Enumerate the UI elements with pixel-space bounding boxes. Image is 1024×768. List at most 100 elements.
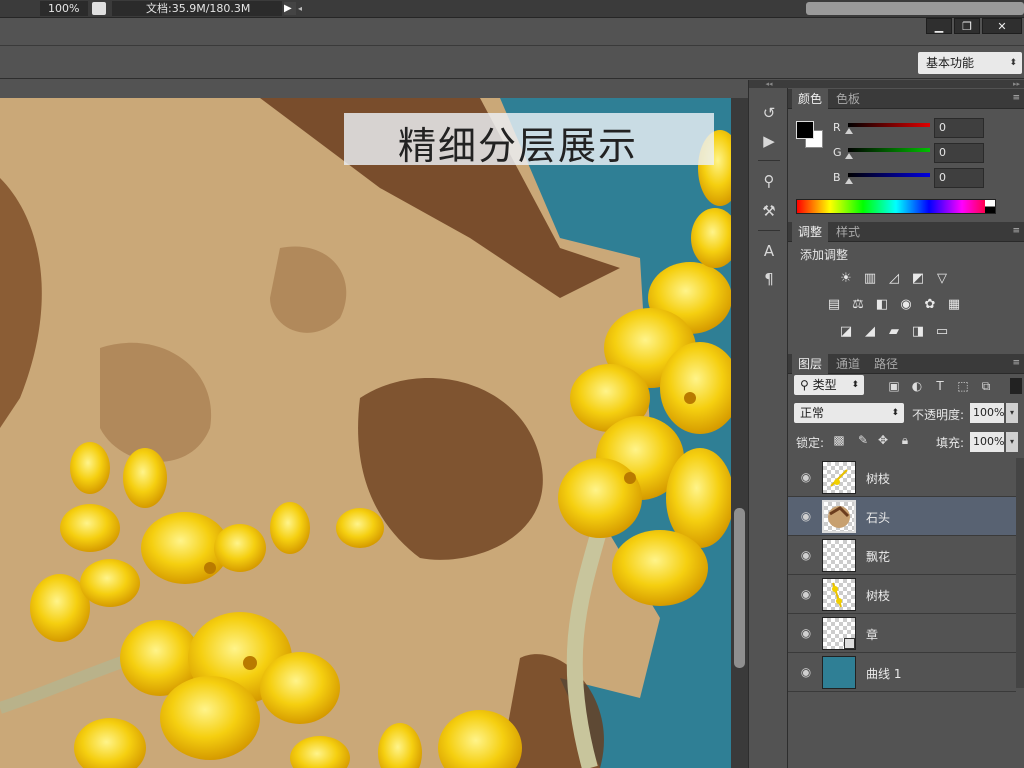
history-icon[interactable]: ↺ [758, 102, 780, 124]
close-button[interactable]: ✕ [982, 18, 1022, 34]
posterize-icon[interactable]: ◢ [862, 325, 878, 339]
opacity-field[interactable]: 100% [970, 403, 1004, 423]
layer-name[interactable]: 章 [866, 626, 878, 643]
eye-icon[interactable]: ◉ [798, 470, 814, 484]
levels-icon[interactable]: ▥ [862, 272, 878, 286]
layer-name[interactable]: 飘花 [866, 548, 890, 565]
blue-slider-thumb[interactable] [845, 178, 853, 184]
fill-field[interactable]: 100% [970, 432, 1004, 452]
smart-object-badge-icon [844, 638, 855, 649]
color-balance-icon[interactable]: ⚖ [850, 298, 866, 312]
tab-adjustments[interactable]: 调整 [792, 222, 829, 242]
layer-row[interactable]: ◉ 曲线 1 [788, 653, 1016, 692]
vertical-scrollbar[interactable] [731, 98, 748, 768]
red-slider-track[interactable] [848, 123, 930, 127]
smart-object-filter-icon[interactable]: ⧉ [978, 378, 994, 394]
layer-name[interactable]: 曲线 1 [866, 665, 901, 682]
layer-row[interactable]: ◉ 章 [788, 614, 1016, 653]
tab-channels[interactable]: 通道 [830, 354, 866, 374]
type-layer-filter-icon[interactable]: T [932, 378, 948, 394]
layer-row[interactable]: ◉ 树枝 [788, 458, 1016, 497]
tool-presets-icon[interactable]: ⚒ [758, 200, 780, 222]
layer-thumbnail [822, 500, 856, 533]
status-menu-arrow-icon[interactable]: ▶ [284, 2, 296, 15]
eye-icon[interactable]: ◉ [798, 548, 814, 562]
zoom-level-field[interactable]: 100% [40, 1, 88, 16]
blend-mode-label: 正常 [800, 406, 825, 420]
green-value-field[interactable]: 0 [934, 143, 984, 163]
photo-filter-icon[interactable]: ◉ [898, 298, 914, 312]
paragraph-icon[interactable]: ¶ [758, 268, 780, 290]
panel-menu-icon[interactable]: ≡ [1012, 226, 1020, 236]
fill-dropdown-icon[interactable]: ▾ [1006, 432, 1018, 452]
layer-row[interactable]: ◉ 石头 [788, 497, 1016, 536]
hue-saturation-icon[interactable]: ▤ [826, 298, 842, 312]
layer-name[interactable]: 树枝 [866, 587, 890, 604]
brightness-icon[interactable]: ☀ [838, 272, 854, 286]
threshold-icon[interactable]: ▰ [886, 325, 902, 339]
vibrance-icon[interactable]: ▽ [934, 272, 950, 286]
red-value-field[interactable]: 0 [934, 118, 984, 138]
layer-name[interactable]: 石头 [866, 509, 890, 526]
color-lookup-icon[interactable]: ▦ [946, 298, 962, 312]
adjustment-layer-filter-icon[interactable]: ◐ [909, 378, 925, 394]
eye-icon[interactable]: ◉ [798, 665, 814, 679]
actions-play-icon[interactable]: ▶ [758, 130, 780, 152]
invert-icon[interactable]: ◪ [838, 325, 854, 339]
panel-collapse-icon[interactable]: ▸▸ [788, 80, 1024, 88]
layers-list: ◉ 树枝 ◉ 石头 ◉ 飘花 ◉ 树枝 ◉ 章 ◉ 曲线 1 [788, 458, 1024, 692]
foreground-color-swatch[interactable] [796, 121, 814, 139]
lock-image-icon[interactable]: ✎ [856, 433, 870, 447]
gradient-map-icon[interactable]: ▭ [934, 325, 950, 339]
layers-scrollbar[interactable] [1016, 458, 1024, 688]
tab-layers[interactable]: 图层 [792, 354, 829, 374]
tab-swatches[interactable]: 色板 [830, 89, 866, 109]
panel-menu-icon[interactable]: ≡ [1012, 93, 1020, 103]
scroll-left-arrow-icon[interactable]: ◂ [298, 2, 306, 15]
eye-icon[interactable]: ◉ [798, 626, 814, 640]
filter-toggle-icon[interactable] [1010, 378, 1022, 394]
workspace-select[interactable]: 基本功能 ⬍ [918, 52, 1022, 74]
layer-thumbnail [822, 656, 856, 689]
layer-row[interactable]: ◉ 树枝 [788, 575, 1016, 614]
minimize-button[interactable]: ▁ [926, 18, 952, 34]
exposure-icon[interactable]: ◩ [910, 272, 926, 286]
tab-paths[interactable]: 路径 [868, 354, 904, 374]
document-canvas[interactable]: 精细分层展示 [0, 98, 731, 768]
eye-icon[interactable]: ◉ [798, 509, 814, 523]
brush-presets-icon[interactable]: ⚲ [758, 170, 780, 192]
proof-preview-icon[interactable] [92, 2, 106, 15]
panel-dock-strip: ◂◂ ↺ ▶ ⚲ ⚒ A ¶ [748, 80, 789, 768]
eye-icon[interactable]: ◉ [798, 587, 814, 601]
horizontal-scrollbar[interactable] [806, 2, 1024, 15]
shape-layer-filter-icon[interactable]: ⬚ [955, 378, 971, 394]
dock-collapse-icon[interactable]: ◂◂ [749, 80, 789, 88]
lock-position-icon[interactable]: ✥ [876, 433, 890, 447]
pixel-layer-filter-icon[interactable]: ▣ [886, 378, 902, 394]
black-white-icon[interactable]: ◧ [874, 298, 890, 312]
curves-icon[interactable]: ◿ [886, 272, 902, 286]
blend-mode-select[interactable]: 正常 ⬍ [794, 403, 904, 423]
blue-value-field[interactable]: 0 [934, 168, 984, 188]
restore-button[interactable]: ❐ [954, 18, 980, 34]
lock-transparent-icon[interactable]: ▩ [832, 433, 846, 447]
layer-kind-filter[interactable]: ⚲ 类型 ⬍ [794, 375, 864, 395]
panel-menu-icon[interactable]: ≡ [1012, 358, 1020, 368]
tab-styles[interactable]: 样式 [830, 222, 866, 242]
green-slider-track[interactable] [848, 148, 930, 152]
character-icon[interactable]: A [758, 240, 780, 262]
layer-row[interactable]: ◉ 飘花 [788, 536, 1016, 575]
layer-name[interactable]: 树枝 [866, 470, 890, 487]
vertical-scrollbar-thumb[interactable] [734, 508, 745, 668]
black-white-swatch[interactable] [985, 200, 995, 213]
red-slider-thumb[interactable] [845, 128, 853, 134]
lock-all-icon[interactable]: 🔒︎ [898, 433, 912, 447]
channel-mixer-icon[interactable]: ✿ [922, 298, 938, 312]
tab-color[interactable]: 颜色 [792, 89, 829, 109]
canvas-artwork [0, 98, 731, 768]
opacity-dropdown-icon[interactable]: ▾ [1006, 403, 1018, 423]
blue-slider-track[interactable] [848, 173, 930, 177]
selective-color-icon[interactable]: ◨ [910, 325, 926, 339]
color-spectrum-bar[interactable] [796, 199, 996, 214]
green-slider-thumb[interactable] [845, 153, 853, 159]
